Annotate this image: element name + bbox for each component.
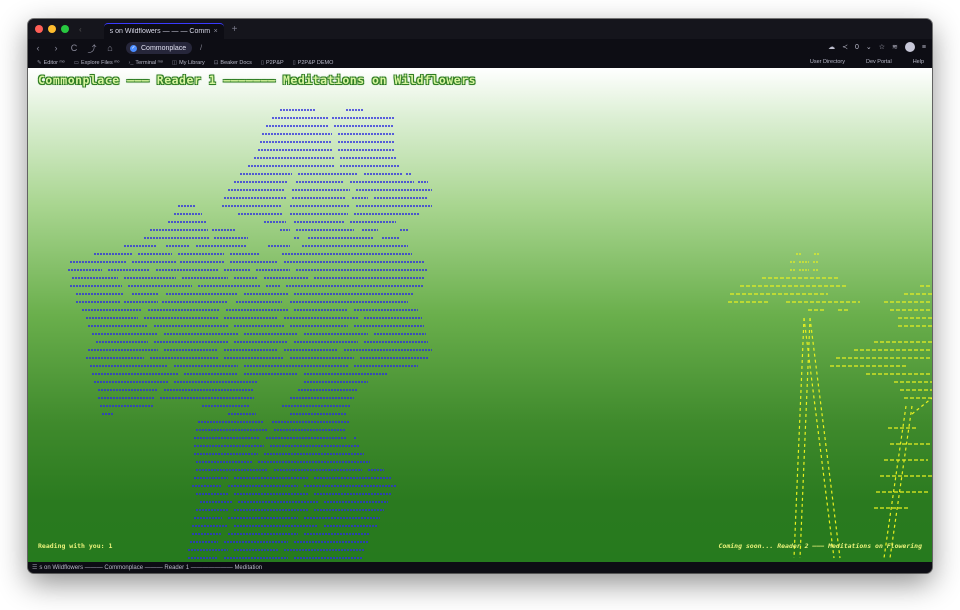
flowering-ascii-art xyxy=(728,253,932,559)
browser-window: ‹ s on Wildflowers — — — Commonplac... ×… xyxy=(28,19,932,573)
document-icon: ▯ xyxy=(260,59,264,66)
zoom-window-button[interactable] xyxy=(61,25,69,33)
library-icon: ◫ xyxy=(171,59,178,66)
tab-title: s on Wildflowers — — — Commonplac... xyxy=(109,28,210,35)
coming-soon-text[interactable]: Coming soon... Reader 2 ——— Meditations … xyxy=(719,542,923,550)
status-text: s on Wildflowers ——— Commonplace ——— Rea… xyxy=(39,564,263,571)
pencil-icon: ✎ xyxy=(37,59,42,66)
bookmark-beaker-docs[interactable]: ⊡ Beaker Docs xyxy=(214,60,252,66)
page-content: Commonplace ——— Reader 1 ——————— Meditat… xyxy=(28,68,932,562)
new-tab-button[interactable]: + xyxy=(232,24,238,35)
ascii-art-canvas xyxy=(68,109,932,559)
close-window-button[interactable] xyxy=(35,25,43,33)
avatar[interactable] xyxy=(904,42,915,52)
bookmarks-right: User Directory Dev Portal Help xyxy=(801,59,924,65)
panel-icon[interactable]: ☰ xyxy=(32,564,37,571)
upload-icon[interactable]: ⤴ xyxy=(84,42,100,55)
back-button[interactable]: ‹ xyxy=(30,43,46,53)
menu-icon[interactable]: ≡ xyxy=(922,44,926,51)
document-icon: ▯ xyxy=(292,59,296,66)
terminal-icon: ›_ xyxy=(128,59,134,66)
chevron-down-icon[interactable]: ⌄ xyxy=(866,43,872,51)
bookmark-p2pp[interactable]: ▯ P2P&P xyxy=(261,60,284,66)
window-controls xyxy=(35,25,69,33)
tab-close-icon[interactable]: × xyxy=(214,28,218,35)
bookmark-my-library[interactable]: ◫ My Library xyxy=(172,60,205,66)
share-count: 0 xyxy=(854,43,859,51)
wildflower-ascii-art xyxy=(68,109,432,559)
tab-active[interactable]: s on Wildflowers — — — Commonplac... × xyxy=(103,23,224,39)
bookmark-editor[interactable]: ✎ Editor ᵐᵒ xyxy=(37,60,65,66)
beaker-icon: ⊡ xyxy=(213,59,219,66)
bookmark-explore-files[interactable]: ▭ Explore Files ᵐᵒ xyxy=(74,60,120,66)
cloud-sync-icon[interactable]: ☁ xyxy=(828,43,835,51)
title-bar: ‹ s on Wildflowers — — — Commonplac... ×… xyxy=(28,19,932,39)
bookmark-p2pp-demo[interactable]: ▯ P2P&P DEMO xyxy=(293,60,334,66)
status-bar: ☰ s on Wildflowers ——— Commonplace ——— R… xyxy=(28,562,932,573)
url-path[interactable]: / xyxy=(200,45,202,52)
link-user-directory[interactable]: User Directory xyxy=(810,59,845,65)
network-icon[interactable]: ≋ xyxy=(892,43,898,51)
home-button[interactable]: ⌂ xyxy=(102,43,118,53)
link-dev-portal[interactable]: Dev Portal xyxy=(866,59,892,65)
site-name: Commonplace xyxy=(141,44,187,52)
minimize-window-button[interactable] xyxy=(48,25,56,33)
reload-button[interactable]: C xyxy=(66,43,82,53)
site-identity-pill[interactable]: ✓ Commonplace xyxy=(126,42,193,54)
tab-scroll-left-icon[interactable]: ‹ xyxy=(79,25,82,34)
bookmark-star-icon[interactable]: ☆ xyxy=(879,43,885,51)
nav-actions: ☁ ≺ 0 ⌄ ☆ ≋ ≡ xyxy=(828,42,926,52)
forward-button[interactable]: › xyxy=(48,43,64,53)
navigation-bar: ‹ › C ⤴ ⌂ ✓ Commonplace / ☁ ≺ 0 ⌄ ☆ ≋ ≡ xyxy=(28,39,932,57)
folder-icon: ▭ xyxy=(73,59,79,66)
share-icon[interactable]: ≺ xyxy=(842,43,848,51)
link-help[interactable]: Help xyxy=(913,59,924,65)
verified-check-icon: ✓ xyxy=(130,44,137,52)
bookmark-terminal[interactable]: ›_ Terminal ᵐᵒ xyxy=(128,60,162,66)
page-title: Commonplace ——— Reader 1 ——————— Meditat… xyxy=(38,73,476,87)
bookmarks-bar: ✎ Editor ᵐᵒ ▭ Explore Files ᵐᵒ ›_ Terminal … xyxy=(28,57,932,68)
reading-count: Reading with you: 1 xyxy=(38,542,113,550)
